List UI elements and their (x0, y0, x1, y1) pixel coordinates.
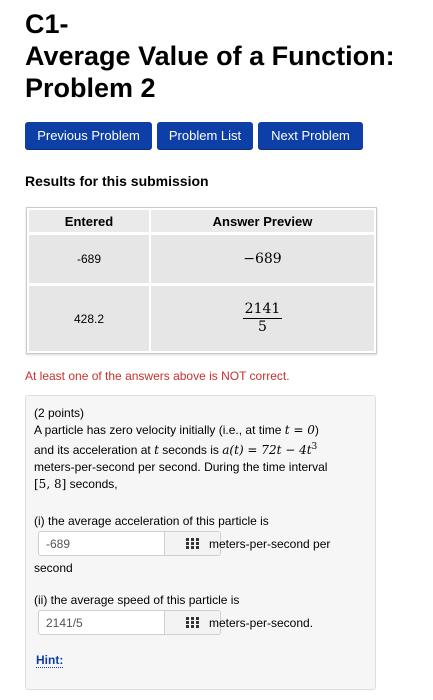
entered-value: -689 (76, 252, 102, 266)
statement-text: A particle has zero velocity initially (… (34, 423, 285, 437)
grid-icon (186, 617, 199, 628)
page-title: C1- Average Value of a Function: Problem… (25, 8, 430, 104)
title-line-3: Problem 2 (25, 73, 156, 103)
statement-text: ) (314, 423, 319, 437)
preview-value: −689 (243, 251, 282, 267)
entered-cell-1: -689 (29, 235, 149, 283)
part-1-unit: meters-per-second per (209, 537, 331, 551)
answer-2-group (38, 610, 221, 635)
results-table: Entered Answer Preview -689 −689 428.2 2… (26, 207, 377, 354)
fraction-denominator: 5 (258, 319, 267, 335)
problem-body: (2 points) A particle has zero velocity … (25, 395, 376, 690)
preview-cell-2: 2141 5 (151, 286, 374, 351)
math-t-zero: t = 0 (284, 423, 315, 437)
answer-1-group (38, 531, 221, 556)
hint-link[interactable]: Hint: (36, 653, 64, 668)
column-header-answer-preview: Answer Preview (151, 210, 374, 232)
previous-problem-button[interactable]: Previous Problem (25, 122, 152, 150)
part-2-unit: meters-per-second. (209, 616, 314, 630)
points-label: (2 points) (34, 406, 85, 420)
answer-2-input[interactable] (39, 611, 165, 634)
math-acceleration: a(t) = 72t − 4t (222, 443, 312, 457)
part-1-label: (i) the average acceleration of this par… (34, 514, 269, 528)
next-problem-button[interactable]: Next Problem (258, 122, 363, 150)
preview-cell-1: −689 (151, 235, 374, 283)
problem-list-button[interactable]: Problem List (157, 122, 253, 150)
statement-text: and its acceleration at (34, 443, 155, 457)
title-line-1: C1- (25, 9, 69, 39)
column-header-entered: Entered (29, 210, 149, 232)
problem-statement: (2 points) A particle has zero velocity … (34, 405, 372, 493)
entered-value: 428.2 (73, 311, 105, 326)
entered-cell-2: 428.2 (29, 286, 149, 351)
grid-icon (186, 538, 199, 549)
preview-fraction: 2141 5 (242, 301, 283, 336)
fraction-numerator: 2141 (242, 301, 283, 319)
part-1-unit-continued: second (34, 561, 73, 575)
part-2-label: (ii) the average speed of this particle … (34, 593, 240, 607)
statement-text: seconds is (158, 443, 223, 457)
answer-1-input[interactable] (39, 532, 165, 555)
results-heading: Results for this submission (25, 173, 209, 189)
math-interval: [5, 8] (34, 477, 67, 491)
title-line-2: Average Value of a Function: (25, 41, 395, 71)
incorrect-answer-warning: At least one of the answers above is NOT… (25, 369, 290, 383)
statement-text: seconds, (66, 477, 118, 491)
statement-text: meters-per-second per second. During the… (34, 460, 328, 474)
math-exponent: 3 (311, 442, 318, 452)
